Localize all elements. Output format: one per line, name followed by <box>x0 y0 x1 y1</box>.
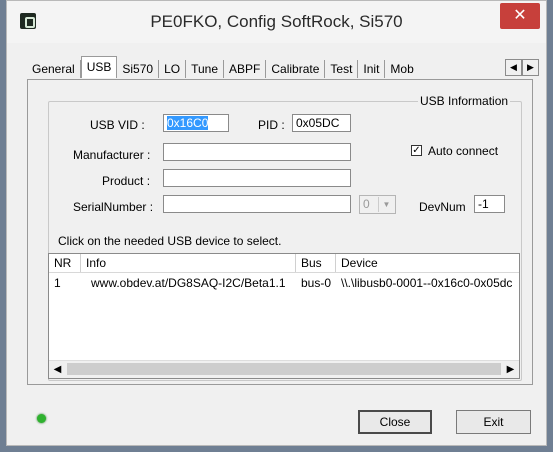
tab-strip: General USB Si570 LO Tune ABPF Calibrate… <box>27 56 497 78</box>
tab-scroll-left-icon[interactable]: ◀ <box>505 59 522 76</box>
tab-si570[interactable]: Si570 <box>117 60 160 78</box>
tab-mob[interactable]: Mob <box>385 60 418 78</box>
title-bar[interactable]: PE0FKO, Config SoftRock, Si570 ✕ <box>7 1 546 43</box>
tab-init[interactable]: Init <box>358 60 386 78</box>
serial-index-select[interactable]: 0 ▼ <box>359 195 396 214</box>
scroll-right-icon[interactable]: ▶ <box>502 361 519 378</box>
usb-vid-value: 0x16C0 <box>167 116 209 130</box>
column-header-bus[interactable]: Bus <box>296 254 336 272</box>
pid-field[interactable]: 0x05DC <box>292 114 351 132</box>
auto-connect-checkbox[interactable]: ✓ <box>411 145 422 156</box>
tab-calibrate[interactable]: Calibrate <box>266 60 326 78</box>
serial-number-field[interactable] <box>163 195 351 213</box>
chevron-down-icon: ▼ <box>378 197 394 212</box>
column-header-device[interactable]: Device <box>336 254 519 272</box>
tab-general[interactable]: General <box>27 60 81 78</box>
serial-number-label: SerialNumber : <box>73 200 154 214</box>
usb-vid-field[interactable]: 0x16C0 <box>163 114 229 132</box>
row-nr: 1 <box>54 276 61 290</box>
auto-connect-label: Auto connect <box>428 144 499 158</box>
exit-button[interactable]: Exit <box>456 410 531 434</box>
manufacturer-label: Manufacturer : <box>73 148 151 162</box>
window-title: PE0FKO, Config SoftRock, Si570 <box>150 12 403 31</box>
scrollbar-thumb[interactable] <box>67 363 501 375</box>
devnum-field[interactable]: -1 <box>474 195 505 213</box>
tab-scroll-buttons: ◀ ▶ <box>505 59 539 76</box>
tab-tune[interactable]: Tune <box>186 60 225 78</box>
column-header-info[interactable]: Info <box>81 254 296 272</box>
pid-label: PID : <box>258 118 285 132</box>
tab-usb[interactable]: USB <box>80 56 118 78</box>
close-window-button[interactable]: ✕ <box>500 3 540 29</box>
row-bus: bus-0 <box>301 276 332 290</box>
usb-information-title: USB Information <box>418 94 511 108</box>
tab-test[interactable]: Test <box>325 60 359 78</box>
devnum-label: DevNum <box>419 200 466 214</box>
table-row[interactable]: 1 www.obdev.at/DG8SAQ-I2C/Beta1.1 bus-0 … <box>49 274 519 292</box>
row-device: \\.\libusb0-0001--0x16c0-0x05dc <box>341 276 513 290</box>
select-device-hint: Click on the needed USB device to select… <box>58 234 282 248</box>
usb-vid-label: USB VID : <box>90 118 145 132</box>
tab-scroll-right-icon[interactable]: ▶ <box>522 59 539 76</box>
horizontal-scrollbar[interactable]: ◀ ▶ <box>49 360 519 378</box>
product-label: Product : <box>102 174 151 188</box>
manufacturer-field[interactable] <box>163 143 351 161</box>
tab-lo[interactable]: LO <box>159 60 187 78</box>
close-button[interactable]: Close <box>358 410 432 434</box>
product-field[interactable] <box>163 169 351 187</box>
serial-index-value: 0 <box>363 197 370 211</box>
scroll-left-icon[interactable]: ◀ <box>49 361 66 378</box>
row-info: www.obdev.at/DG8SAQ-I2C/Beta1.1 <box>91 276 286 290</box>
column-header-nr[interactable]: NR <box>49 254 81 272</box>
status-led-icon <box>37 414 46 423</box>
tab-abpf[interactable]: ABPF <box>224 60 267 78</box>
device-list-header: NR Info Bus Device <box>49 254 519 273</box>
usb-device-list[interactable]: NR Info Bus Device 1 www.obdev.at/DG8SAQ… <box>48 253 520 379</box>
